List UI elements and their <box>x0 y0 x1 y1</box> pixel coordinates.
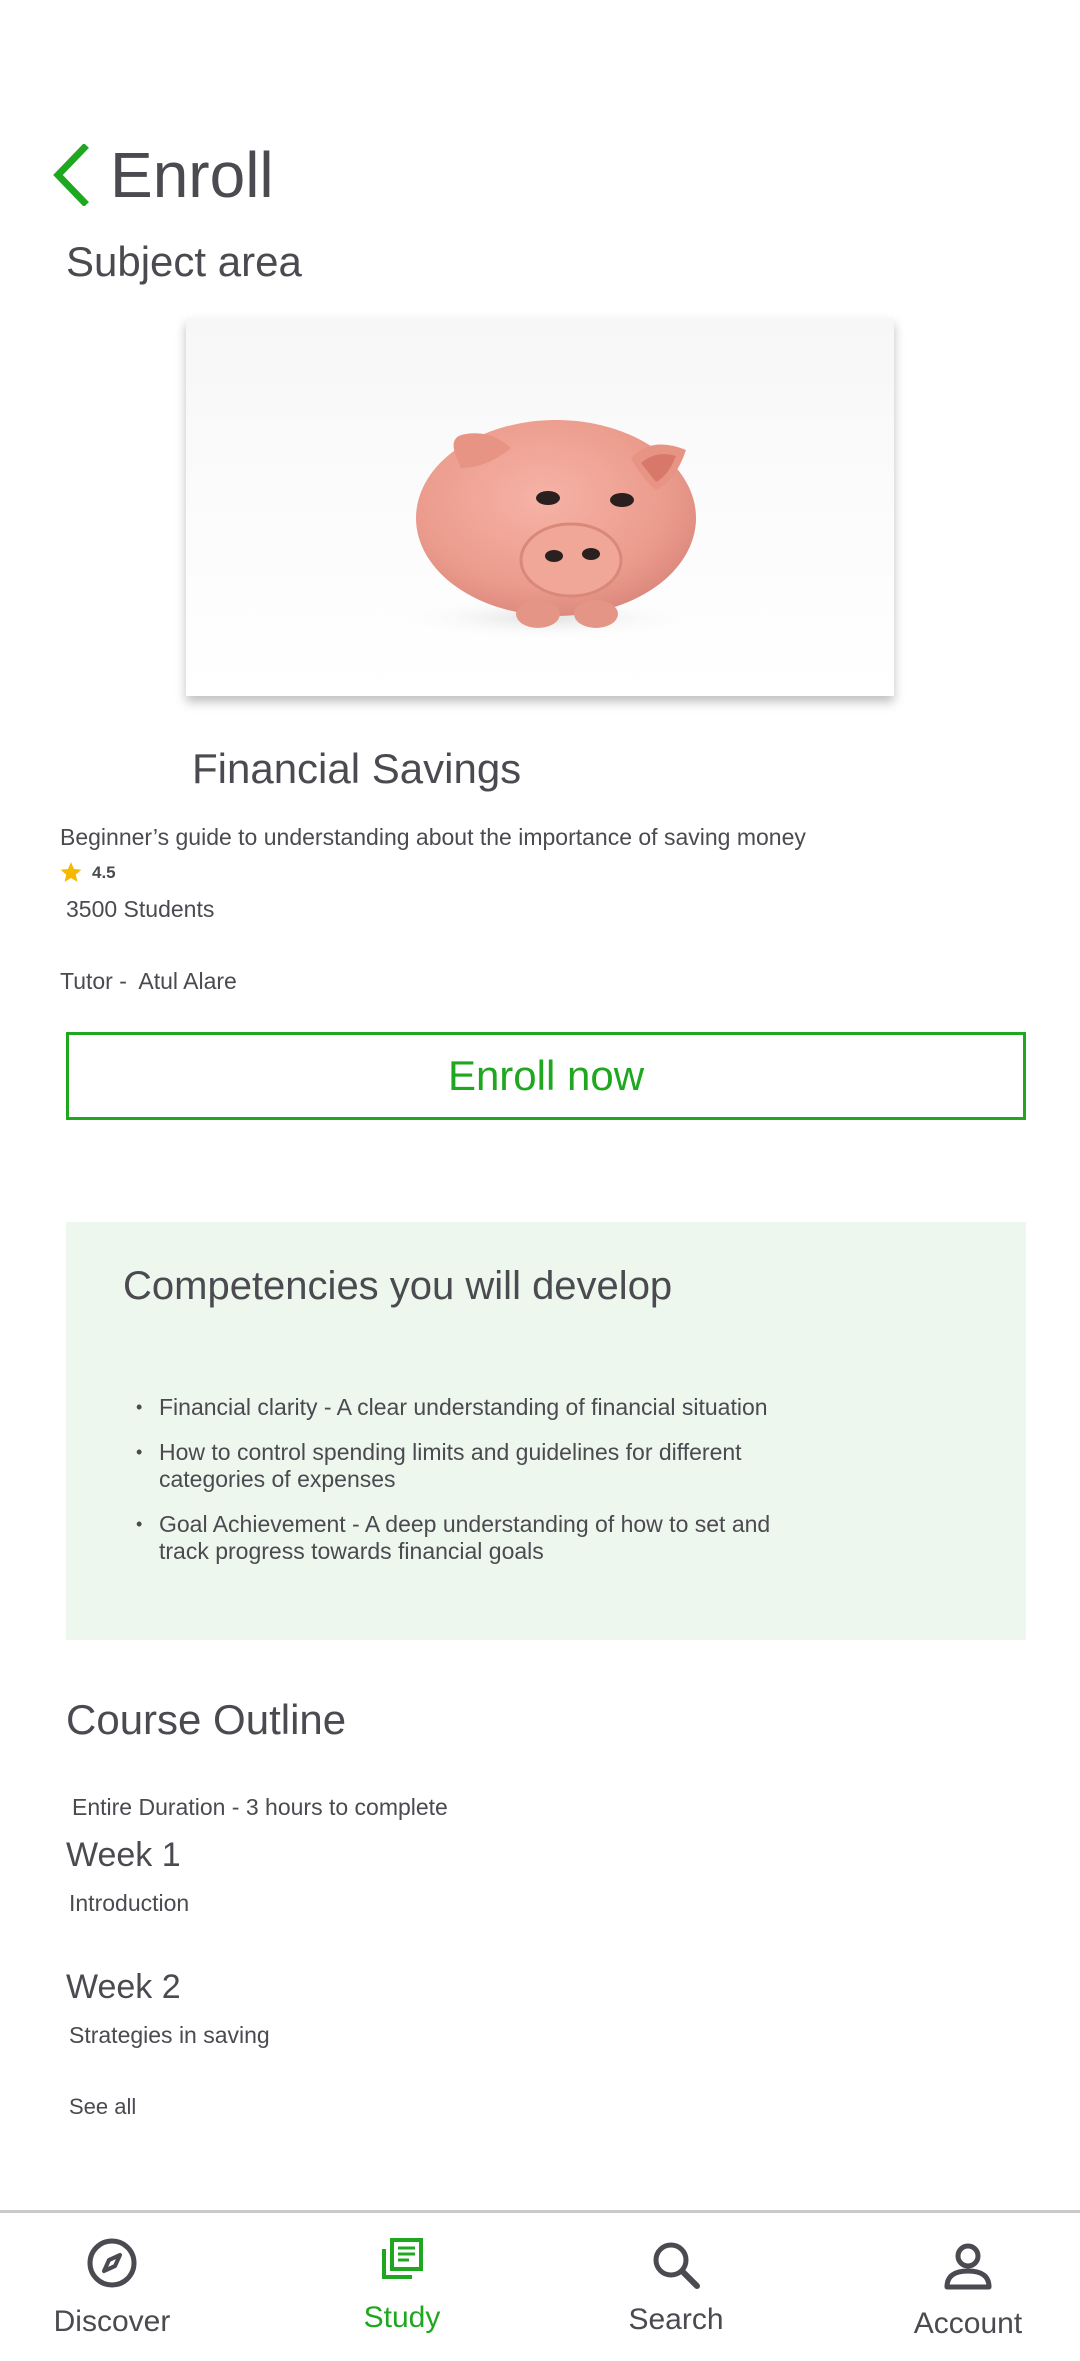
course-title: Financial Savings <box>192 745 522 792</box>
compass-icon <box>87 2238 137 2288</box>
see-all-link[interactable]: See all <box>69 2094 136 2120</box>
course-outline-title: Course Outline <box>66 1696 347 1743</box>
student-count: 3500 Students <box>66 896 215 922</box>
nav-label: Study <box>363 2301 441 2334</box>
header: Enroll <box>40 130 274 220</box>
section-heading-subject-area: Subject area <box>66 238 302 285</box>
study-icon <box>382 2238 423 2279</box>
star-icon <box>60 862 82 882</box>
competency-item: Financial clarity - A clear understandin… <box>136 1394 776 1421</box>
competencies-title: Competencies you will develop <box>123 1264 673 1308</box>
enroll-screen: Enroll Subject area Financial Savings Be… <box>0 0 1080 2361</box>
nav-item-discover[interactable]: Discover <box>2 2213 222 2361</box>
competencies-list: Financial clarity - A clear understandin… <box>136 1394 776 1583</box>
piggy-bank-illustration <box>396 420 696 640</box>
competency-item: How to control spending limits and guide… <box>136 1439 776 1493</box>
course-duration: Entire Duration - 3 hours to complete <box>72 1794 448 1820</box>
bottom-navigation: Discover Study Search Account <box>0 2210 1080 2361</box>
page-title: Enroll <box>110 139 274 211</box>
week-subtitle: Introduction <box>69 1890 190 1916</box>
nav-label: Discover <box>53 2305 171 2338</box>
competency-item: Goal Achievement - A deep understanding … <box>136 1511 776 1565</box>
week-title: Week 1 <box>66 1836 181 1874</box>
account-icon <box>944 2243 992 2290</box>
nav-item-search[interactable]: Search <box>566 2213 786 2361</box>
course-rating: 4.5 <box>58 860 116 885</box>
enroll-now-button[interactable]: Enroll now <box>66 1032 1026 1120</box>
back-button[interactable] <box>40 135 100 215</box>
rating-value: 4.5 <box>92 862 116 882</box>
course-image <box>186 318 894 696</box>
course-description: Beginner’s guide to understanding about … <box>60 824 806 850</box>
week-title: Week 2 <box>66 1968 181 2006</box>
nav-label: Account <box>913 2307 1023 2340</box>
chevron-left-icon <box>53 144 89 206</box>
nav-label: Search <box>628 2303 724 2336</box>
competencies-card: Competencies you will develop Financial … <box>66 1222 1026 1640</box>
nav-item-account[interactable]: Account <box>858 2213 1078 2361</box>
search-icon <box>653 2242 700 2289</box>
nav-item-study[interactable]: Study <box>292 2213 512 2361</box>
week-subtitle: Strategies in saving <box>69 2022 270 2048</box>
tutor-name: Tutor - Atul Alare <box>60 968 237 994</box>
